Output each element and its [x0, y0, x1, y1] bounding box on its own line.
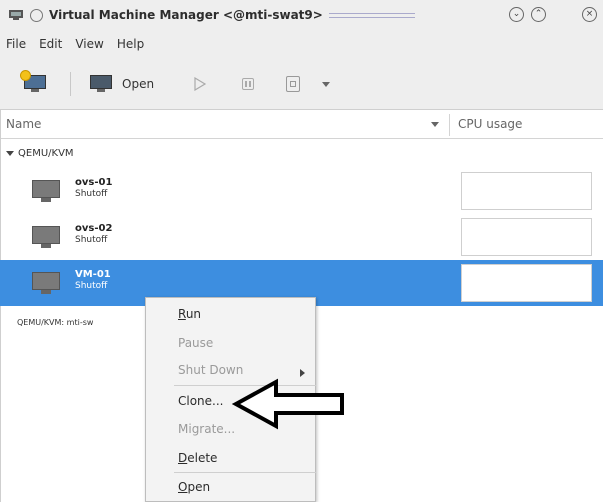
minimize-icon[interactable]: ⌄	[509, 7, 524, 22]
menu-pause[interactable]: Pause	[178, 336, 213, 350]
vm-row-ovs-02[interactable]: ovs-02 Shutoff	[0, 214, 603, 260]
connection-status-label: QEMU/KVM: mti-sw	[17, 318, 94, 327]
menu-run[interactable]: Run	[178, 307, 201, 321]
menu-view[interactable]: View	[75, 37, 103, 51]
menu-migrate[interactable]: Migrate...	[178, 422, 235, 436]
title-decoration	[328, 12, 415, 18]
delete-rest: elete	[187, 451, 218, 465]
connection-group[interactable]: QEMU/KVM	[6, 148, 74, 159]
vm-monitor-icon	[32, 272, 60, 296]
cpu-usage-graph	[461, 172, 592, 210]
open-rest: pen	[187, 480, 211, 494]
annotation-arrow	[232, 378, 344, 430]
toolbar-separator	[70, 72, 71, 96]
run-rest: un	[185, 307, 202, 321]
run-icon[interactable]	[193, 77, 207, 91]
vm-row-ovs-01[interactable]: ovs-01 Shutoff	[0, 168, 603, 214]
sort-arrow-icon[interactable]	[431, 122, 439, 127]
pause-icon[interactable]	[242, 78, 254, 90]
submenu-arrow-icon	[300, 369, 305, 377]
column-divider	[449, 114, 450, 136]
vm-status: Shutoff	[75, 189, 108, 199]
shutdown-dropdown-icon[interactable]	[322, 82, 330, 87]
column-name[interactable]: Name	[6, 117, 41, 131]
vm-status: Shutoff	[75, 281, 108, 291]
menu-bar: File Edit View Help	[0, 30, 603, 58]
menu-file[interactable]: File	[6, 37, 26, 51]
vm-monitor-icon	[32, 226, 60, 250]
new-vm-icon	[21, 71, 46, 93]
cpu-usage-graph	[461, 264, 592, 302]
open-monitor-icon	[90, 75, 112, 93]
vm-name: VM-01	[75, 269, 111, 280]
new-vm-button[interactable]	[21, 71, 46, 93]
app-monitor-icon[interactable]	[8, 9, 24, 21]
expander-icon[interactable]	[6, 151, 14, 156]
column-cpu-usage[interactable]: CPU usage	[458, 117, 522, 131]
delete-mnemonic: D	[178, 451, 188, 465]
toolbar: Open	[0, 58, 603, 110]
column-header: Name CPU usage	[0, 110, 603, 139]
close-icon[interactable]: ×	[582, 7, 597, 22]
menu-delete[interactable]: Delete	[178, 451, 217, 465]
vm-name: ovs-01	[75, 177, 113, 188]
run-mnemonic: R	[178, 307, 186, 321]
window-title: Virtual Machine Manager <@mti-swat9>	[49, 8, 323, 22]
menu-edit[interactable]: Edit	[39, 37, 62, 51]
title-bar: Virtual Machine Manager <@mti-swat9> ⌄ ⌃…	[0, 0, 603, 30]
cpu-usage-graph	[461, 218, 592, 256]
menu-open[interactable]: Open	[178, 480, 210, 494]
vm-status: Shutoff	[75, 235, 108, 245]
menu-shutdown[interactable]: Shut Down	[178, 363, 243, 377]
window-menu-icon[interactable]	[30, 8, 43, 22]
shutdown-icon[interactable]	[286, 76, 300, 92]
maximize-icon[interactable]: ⌃	[531, 7, 546, 22]
menu-help[interactable]: Help	[117, 37, 144, 51]
menu-clone[interactable]: Clone...	[178, 394, 224, 408]
group-label: QEMU/KVM	[18, 148, 74, 159]
menu-separator	[174, 472, 316, 473]
open-button[interactable]	[90, 75, 112, 93]
vm-monitor-icon	[32, 180, 60, 204]
open-button-label[interactable]: Open	[122, 58, 154, 110]
vm-name: ovs-02	[75, 223, 113, 234]
